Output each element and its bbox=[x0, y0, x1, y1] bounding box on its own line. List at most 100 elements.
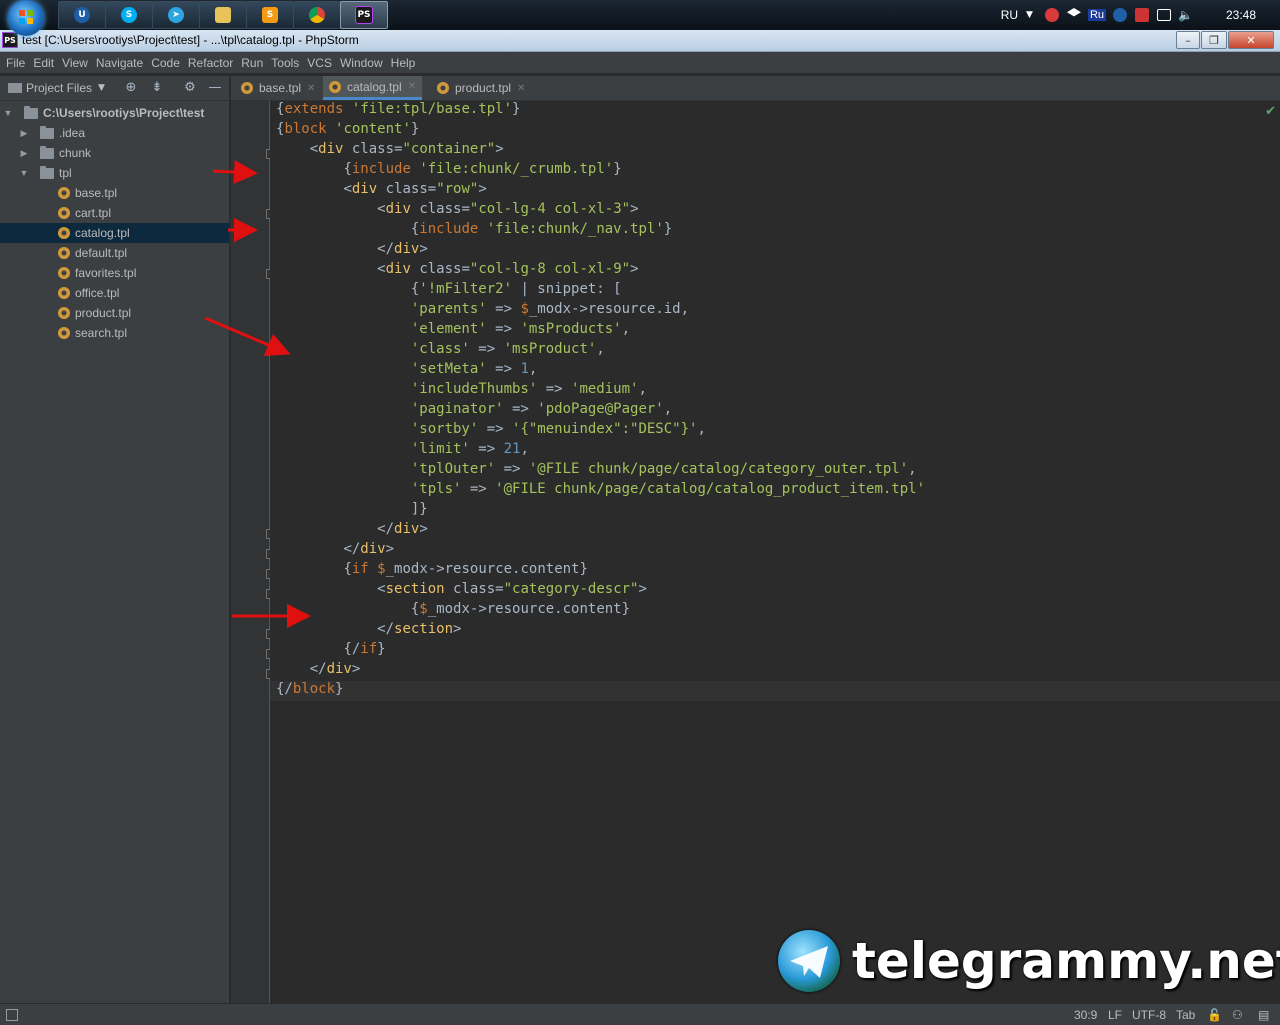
code-line[interactable]: <div class="col-lg-8 col-xl-9"> bbox=[276, 261, 638, 281]
code-line[interactable]: {/block} bbox=[276, 681, 343, 701]
tree-item-search-tpl[interactable]: search.tpl bbox=[0, 323, 229, 343]
menu-help[interactable]: Help bbox=[391, 56, 416, 70]
display-icon[interactable] bbox=[1157, 9, 1172, 21]
tree-item-cart-tpl[interactable]: cart.tpl bbox=[0, 203, 229, 223]
code-line[interactable]: {block 'content'} bbox=[276, 121, 419, 141]
menu-view[interactable]: View bbox=[62, 56, 88, 70]
taskbar-telegram-button[interactable]: ➤ bbox=[152, 1, 200, 29]
dropbox-icon[interactable] bbox=[1066, 8, 1081, 17]
close-tab-icon[interactable]: ✕ bbox=[517, 83, 525, 94]
code-line[interactable]: {include 'file:chunk/_crumb.tpl'} bbox=[276, 161, 621, 181]
tree-item-tpl[interactable]: ▼ tpl bbox=[0, 163, 229, 183]
close-button[interactable]: ✕ bbox=[1228, 31, 1274, 49]
code-line[interactable]: {if $_modx->resource.content} bbox=[276, 561, 587, 581]
code-line[interactable]: </section> bbox=[276, 621, 461, 641]
git-icon[interactable]: ⚇ bbox=[1232, 1008, 1243, 1022]
code-line[interactable]: 'parents' => $_modx->resource.id, bbox=[276, 301, 689, 321]
close-tab-icon[interactable]: ✕ bbox=[408, 81, 416, 92]
code-line[interactable]: 'tpls' => '@FILE chunk/page/catalog/cata… bbox=[276, 481, 925, 501]
code-line[interactable]: <div class="container"> bbox=[276, 141, 504, 161]
caret-position[interactable]: 30:9 bbox=[1074, 1008, 1097, 1022]
menu-code[interactable]: Code bbox=[151, 56, 180, 70]
menu-window[interactable]: Window bbox=[340, 56, 383, 70]
taskbar-explorer-button[interactable] bbox=[199, 1, 247, 29]
menu-vcs[interactable]: VCS bbox=[307, 56, 332, 70]
gear-icon[interactable]: ⚙ bbox=[183, 81, 197, 95]
collapse-arrow-icon[interactable]: ▶ bbox=[18, 148, 30, 159]
tree-item-catalog-tpl[interactable]: catalog.tpl bbox=[0, 223, 229, 243]
code-line[interactable]: 'element' => 'msProducts', bbox=[276, 321, 630, 341]
file-encoding[interactable]: UTF-8 bbox=[1132, 1008, 1166, 1022]
code-line[interactable]: 'sortby' => '{"menuindex":"DESC"}', bbox=[276, 421, 706, 441]
maximize-button[interactable]: ❐ bbox=[1201, 31, 1227, 49]
chevron-down-icon[interactable]: ▼ bbox=[98, 83, 105, 93]
code-line[interactable]: <section class="category-descr"> bbox=[276, 581, 647, 601]
tree-item-office-tpl[interactable]: office.tpl bbox=[0, 283, 229, 303]
taskbar-sublime-button[interactable]: S bbox=[246, 1, 294, 29]
code-line[interactable]: {'!mFilter2' | snippet: [ bbox=[276, 281, 622, 301]
line-separator[interactable]: LF bbox=[1108, 1008, 1122, 1022]
tray-expand-icon[interactable]: ▼ bbox=[1026, 10, 1033, 20]
code-editor[interactable]: {extends 'file:tpl/base.tpl'} {block 'con… bbox=[270, 101, 1280, 1003]
tree-item-product-tpl[interactable]: product.tpl bbox=[0, 303, 229, 323]
tree-item-favorites-tpl[interactable]: favorites.tpl bbox=[0, 263, 229, 283]
code-line[interactable]: 'includeThumbs' => 'medium', bbox=[276, 381, 647, 401]
menu-file[interactable]: File bbox=[6, 56, 25, 70]
taskbar-phpstorm-button[interactable]: PS bbox=[340, 1, 388, 29]
menu-tools[interactable]: Tools bbox=[271, 56, 299, 70]
start-button[interactable] bbox=[8, 0, 44, 36]
code-line[interactable]: </div> bbox=[276, 521, 428, 541]
code-line[interactable]: </div> bbox=[276, 241, 428, 261]
code-line[interactable]: 'setMeta' => 1, bbox=[276, 361, 537, 381]
taskbar-uplay-button[interactable]: U bbox=[58, 1, 106, 29]
collapse-arrow-icon[interactable]: ▶ bbox=[18, 128, 30, 139]
code-line[interactable]: </div> bbox=[276, 541, 394, 561]
code-line[interactable]: 'tplOuter' => '@FILE chunk/page/catalog/… bbox=[276, 461, 917, 481]
menu-refactor[interactable]: Refactor bbox=[188, 56, 233, 70]
locate-file-icon[interactable]: ⊕ bbox=[124, 81, 138, 95]
close-tab-icon[interactable]: ✕ bbox=[307, 83, 315, 94]
collapse-all-icon[interactable]: ⇟ bbox=[150, 81, 164, 95]
project-view-selector[interactable]: Project Files bbox=[26, 81, 92, 95]
hide-panel-icon[interactable]: — bbox=[208, 81, 222, 95]
editor-gutter[interactable] bbox=[231, 101, 276, 1003]
keyboard-layout-indicator[interactable]: Ru bbox=[1087, 9, 1107, 21]
taskbar-chrome-button[interactable] bbox=[293, 1, 341, 29]
event-log-icon[interactable]: ▤ bbox=[1258, 1008, 1269, 1022]
language-indicator[interactable]: RU bbox=[1001, 8, 1018, 22]
code-line[interactable]: <div class="col-lg-4 col-xl-3"> bbox=[276, 201, 638, 221]
network-warning-icon[interactable] bbox=[1135, 8, 1150, 22]
code-line[interactable]: 'limit' => 21, bbox=[276, 441, 529, 461]
tab-base-tpl[interactable]: base.tpl ✕ bbox=[235, 76, 321, 100]
code-line[interactable]: {$_modx->resource.content} bbox=[276, 601, 630, 621]
indent-setting[interactable]: Tab bbox=[1176, 1008, 1195, 1022]
menu-run[interactable]: Run bbox=[241, 56, 263, 70]
tab-catalog-tpl[interactable]: catalog.tpl ✕ bbox=[323, 76, 423, 100]
code-line[interactable]: {extends 'file:tpl/base.tpl'} bbox=[276, 101, 520, 121]
clock[interactable]: 23:48 bbox=[1226, 8, 1256, 22]
code-line[interactable]: 'paginator' => 'pdoPage@Pager', bbox=[276, 401, 672, 421]
code-line[interactable]: </div> bbox=[276, 661, 361, 681]
minimize-button[interactable]: – bbox=[1176, 31, 1200, 49]
expand-arrow-icon[interactable]: ▼ bbox=[2, 108, 14, 118]
tree-item-chunk[interactable]: ▶ chunk bbox=[0, 143, 229, 163]
code-line[interactable]: {include 'file:chunk/_nav.tpl'} bbox=[276, 221, 672, 241]
tree-item-idea[interactable]: ▶ .idea bbox=[0, 123, 229, 143]
tree-item-root[interactable]: ▼ C:\Users\rootiys\Project\test bbox=[0, 103, 229, 123]
code-line[interactable]: 'class' => 'msProduct', bbox=[276, 341, 605, 361]
toggle-tool-windows-icon[interactable] bbox=[6, 1009, 18, 1021]
code-line[interactable]: ]} bbox=[276, 501, 428, 521]
tab-product-tpl[interactable]: product.tpl ✕ bbox=[431, 76, 531, 100]
tree-item-base-tpl[interactable]: base.tpl bbox=[0, 183, 229, 203]
no-problems-check-icon[interactable]: ✔ bbox=[1265, 104, 1276, 119]
taskbar-skype-button[interactable]: S bbox=[105, 1, 153, 29]
expand-arrow-icon[interactable]: ▼ bbox=[18, 168, 30, 178]
menu-navigate[interactable]: Navigate bbox=[96, 56, 143, 70]
uplay-tray-icon[interactable] bbox=[1113, 8, 1128, 22]
code-line[interactable]: <div class="row"> bbox=[276, 181, 486, 201]
tray-app-icon[interactable] bbox=[1044, 8, 1059, 22]
volume-icon[interactable]: 🔈 bbox=[1178, 8, 1193, 22]
code-line[interactable]: {/if} bbox=[276, 641, 385, 661]
tree-item-default-tpl[interactable]: default.tpl bbox=[0, 243, 229, 263]
lock-icon[interactable]: 🔓 bbox=[1207, 1008, 1222, 1022]
